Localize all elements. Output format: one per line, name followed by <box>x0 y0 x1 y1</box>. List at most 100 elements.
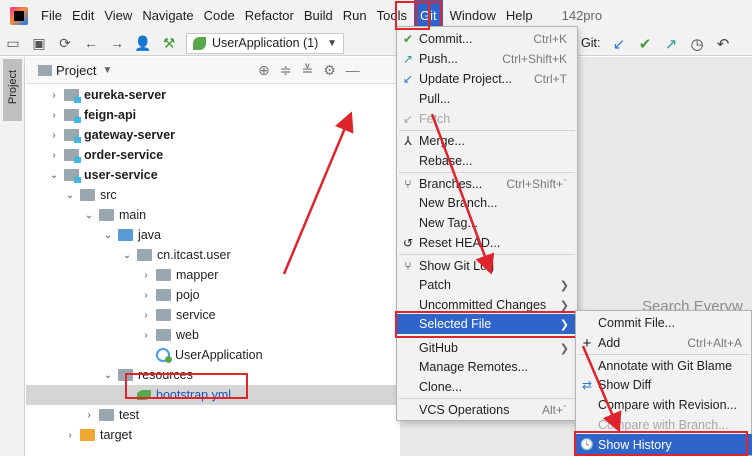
project-panel-title[interactable]: Project <box>56 63 96 78</box>
chevron-right-icon[interactable]: › <box>140 330 152 341</box>
tree-row[interactable]: ⌄ user-service <box>26 165 400 185</box>
menu-item-label: Merge... <box>419 134 465 148</box>
submenu-show-diff[interactable]: ⇄ Show Diff <box>576 375 752 395</box>
menu-item-label: Manage Remotes... <box>419 360 529 374</box>
tree-row[interactable]: ⌄ cn.itcast.user <box>26 245 400 265</box>
git-menu-reset-head[interactable]: ↺ Reset HEAD... <box>397 233 577 253</box>
push-icon[interactable]: ↗ <box>658 35 684 53</box>
git-menu-show-git-log[interactable]: ⑂ Show Git Log <box>397 256 577 276</box>
menu-view[interactable]: View <box>99 0 137 31</box>
branch-icon: ⑂ <box>404 177 412 191</box>
menu-code[interactable]: Code <box>199 0 240 31</box>
menu-item-label: Rebase... <box>419 154 473 168</box>
reset-icon: ↺ <box>402 236 414 250</box>
tree-row[interactable]: › order-service <box>26 145 400 165</box>
chevron-right-icon[interactable]: › <box>48 150 60 161</box>
chevron-right-icon[interactable]: › <box>64 430 76 441</box>
tree-row[interactable]: › test <box>26 405 400 425</box>
chevron-down-icon[interactable]: ⌄ <box>102 370 114 381</box>
minimize-icon[interactable]: — <box>346 62 360 79</box>
chevron-down-icon[interactable]: ⌄ <box>121 250 133 261</box>
git-menu-pull[interactable]: Pull... <box>397 89 577 109</box>
menu-item-label: Show Git Log <box>419 259 495 273</box>
project-tree: › eureka-server › feign-api › gateway-se… <box>26 85 400 456</box>
chevron-right-icon[interactable]: › <box>48 130 60 141</box>
save-icon[interactable]: ▣ <box>28 32 50 54</box>
locate-target-icon[interactable]: ⊕ <box>258 62 270 79</box>
menu-bar: File Edit View Navigate Code Refactor Bu… <box>0 0 752 31</box>
tree-row[interactable]: › feign-api <box>26 105 400 125</box>
submenu-compare-with-revision[interactable]: Compare with Revision... <box>576 395 752 415</box>
tree-row[interactable]: › web <box>26 325 400 345</box>
menu-file[interactable]: File <box>36 0 67 31</box>
rollback-icon[interactable]: ↶ <box>710 35 736 53</box>
build-hammer-icon[interactable]: ⚒ <box>158 32 180 54</box>
tree-row[interactable]: › gateway-server <box>26 125 400 145</box>
git-menu-vcs-operations[interactable]: VCS Operations Alt+` <box>397 400 577 420</box>
commit-check-icon[interactable]: ✔ <box>632 35 658 53</box>
git-menu-manage-remotes[interactable]: Manage Remotes... <box>397 357 577 377</box>
git-menu-update-project[interactable]: ↙ Update Project... Ctrl+T <box>397 69 577 89</box>
run-configuration-dropdown[interactable]: UserApplication (1) ▼ <box>186 32 344 54</box>
chevron-right-icon[interactable]: › <box>140 310 152 321</box>
chevron-down-icon[interactable]: ⌄ <box>48 170 60 181</box>
user-icon[interactable]: 👤 <box>132 32 154 54</box>
tree-row[interactable]: › service <box>26 305 400 325</box>
chevron-down-icon[interactable]: ▼ <box>102 65 112 76</box>
git-menu-new-branch[interactable]: New Branch... <box>397 193 577 213</box>
chevron-right-icon[interactable]: › <box>140 290 152 301</box>
tree-row[interactable]: ⌄ java <box>26 225 400 245</box>
tree-row[interactable]: › target <box>26 425 400 445</box>
chevron-down-icon[interactable]: ⌄ <box>83 210 95 221</box>
git-menu-new-tag[interactable]: New Tag... <box>397 213 577 233</box>
git-menu-clone[interactable]: Clone... <box>397 377 577 397</box>
package-icon <box>156 309 171 321</box>
menu-refactor[interactable]: Refactor <box>240 0 299 31</box>
history-clock-icon[interactable]: ◷ <box>684 35 710 53</box>
tree-row[interactable]: › eureka-server <box>26 85 400 105</box>
git-menu-patch[interactable]: Patch ❯ <box>397 275 577 295</box>
git-menu-rebase[interactable]: Rebase... <box>397 151 577 171</box>
menu-item-label: Uncommitted Changes <box>419 298 547 312</box>
chevron-down-icon[interactable]: ⌄ <box>102 230 114 241</box>
submenu-add[interactable]: + Add Ctrl+Alt+A <box>576 333 752 353</box>
gear-icon[interactable]: ⚙ <box>323 62 336 79</box>
tree-row[interactable]: › mapper <box>26 265 400 285</box>
open-folder-icon[interactable]: ▭ <box>2 32 24 54</box>
tree-row[interactable]: ⌄ src <box>26 185 400 205</box>
git-menu-github[interactable]: GitHub ❯ <box>397 338 577 358</box>
submenu-annotate-git-blame[interactable]: Annotate with Git Blame <box>576 356 752 376</box>
menu-navigate[interactable]: Navigate <box>137 0 198 31</box>
menu-item-label: Update Project... <box>419 72 513 86</box>
tree-item-label: user-service <box>84 168 158 182</box>
update-project-icon: ↙ <box>402 72 414 86</box>
chevron-right-icon[interactable]: › <box>48 90 60 101</box>
chevron-right-icon[interactable]: › <box>140 270 152 281</box>
submenu-commit-file[interactable]: Commit File... <box>576 313 752 333</box>
sync-icon[interactable]: ⟳ <box>54 32 76 54</box>
collapse-all-icon[interactable]: ≚ <box>301 62 313 79</box>
source-folder-icon <box>118 229 133 241</box>
tree-row[interactable]: UserApplication <box>26 345 400 365</box>
forward-arrow-icon[interactable]: → <box>106 32 128 54</box>
chevron-right-icon[interactable]: › <box>48 110 60 121</box>
chevron-down-icon[interactable]: ⌄ <box>64 190 76 201</box>
git-menu-commit[interactable]: ✔ Commit... Ctrl+K <box>397 29 577 49</box>
menu-build[interactable]: Build <box>299 0 338 31</box>
update-project-icon[interactable]: ↙ <box>606 35 632 53</box>
tree-item-label: UserApplication <box>175 348 263 362</box>
menu-item-shortcut: Alt+` <box>541 403 567 417</box>
tree-row[interactable]: › pojo <box>26 285 400 305</box>
git-menu-branches[interactable]: ⑂ Branches... Ctrl+Shift+` <box>397 174 577 194</box>
git-menu-push[interactable]: ↗ Push... Ctrl+Shift+K <box>397 49 577 69</box>
tree-item-label: feign-api <box>84 108 137 122</box>
menu-run[interactable]: Run <box>338 0 372 31</box>
git-menu-merge[interactable]: ⅄ Merge... <box>397 131 577 151</box>
chevron-right-icon[interactable]: › <box>83 410 95 421</box>
menu-edit[interactable]: Edit <box>67 0 99 31</box>
back-arrow-icon[interactable]: ← <box>80 32 102 54</box>
expand-all-icon[interactable]: ≑ <box>280 62 292 79</box>
tree-row[interactable]: ⌄ main <box>26 205 400 225</box>
tree-item-label: web <box>176 328 199 342</box>
project-tool-tab[interactable]: Project <box>3 59 22 121</box>
